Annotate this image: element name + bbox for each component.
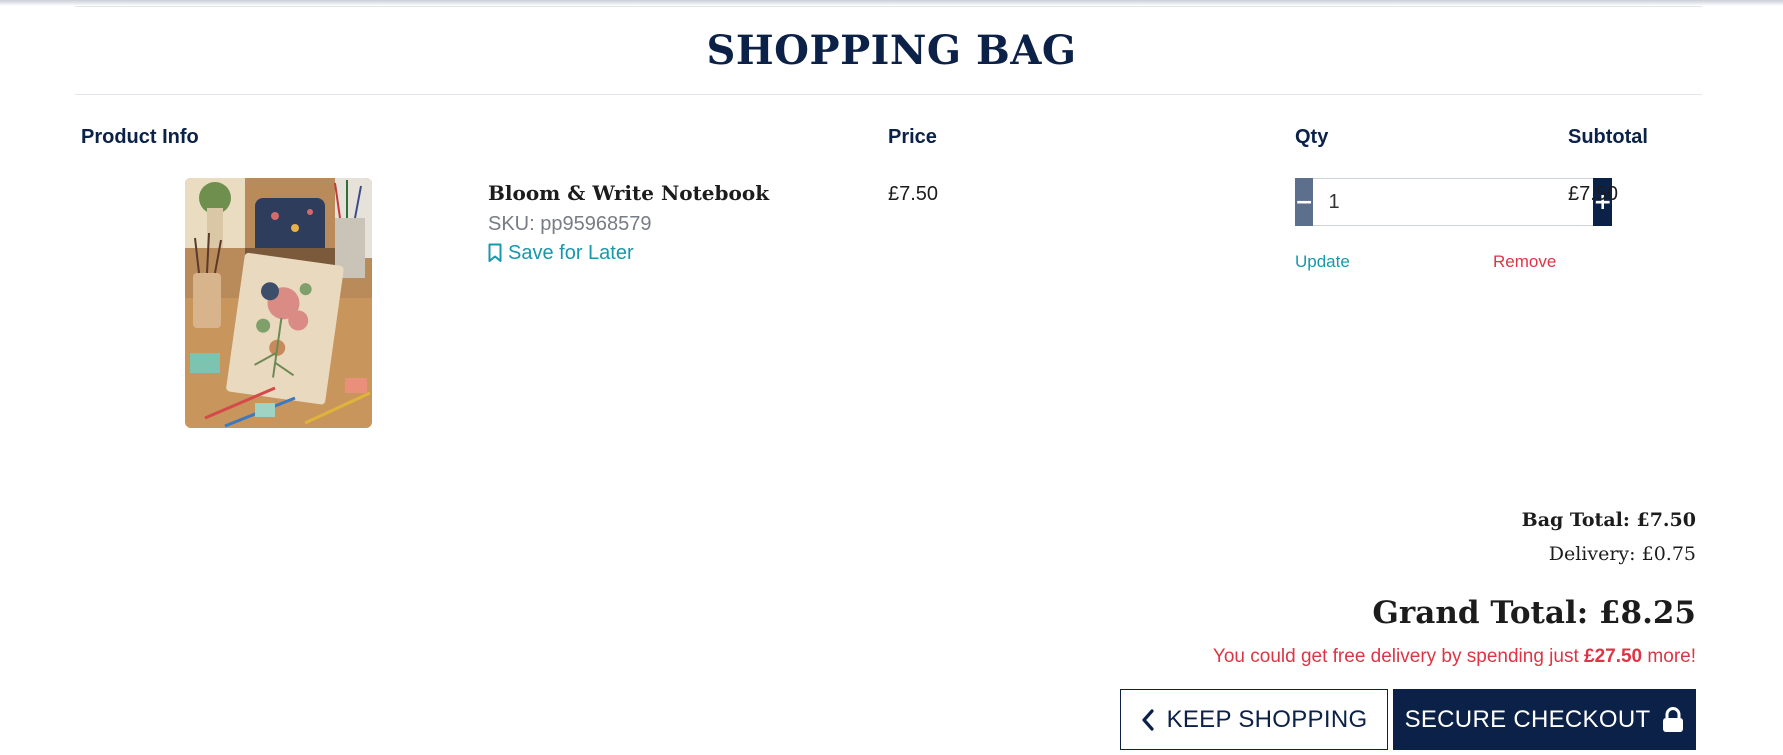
decrement-button[interactable]: − [1295, 178, 1314, 226]
save-for-later-link[interactable]: Save for Later [488, 241, 634, 265]
product-sku: SKU: pp95968579 [488, 213, 652, 235]
column-header-qty: Qty [1295, 126, 1329, 148]
column-header-price: Price [888, 126, 937, 148]
free-delivery-message: You could get free delivery by spending … [1213, 645, 1696, 669]
column-header-product-info: Product Info [81, 126, 199, 148]
delivery-cost: Delivery: £0.75 [1548, 543, 1696, 565]
page-title: SHOPPING BAG [706, 27, 1077, 74]
chevron-left-icon [1141, 708, 1154, 731]
item-subtotal: £7.50 [1568, 183, 1619, 205]
product-name[interactable]: Bloom & Write Notebook [488, 180, 769, 206]
remove-link[interactable]: Remove [1493, 252, 1556, 272]
save-for-later-label: Save for Later [508, 242, 634, 264]
free-delivery-suffix: more! [1642, 646, 1696, 667]
update-link[interactable]: Update [1295, 252, 1350, 272]
minus-icon: − [1295, 189, 1314, 215]
quantity-stepper: − + [1295, 178, 1612, 226]
keep-shopping-label: KEEP SHOPPING [1166, 705, 1368, 733]
column-header-subtotal: Subtotal [1568, 126, 1648, 148]
bookmark-icon [488, 243, 502, 262]
product-image[interactable] [185, 178, 372, 428]
quantity-input[interactable] [1313, 178, 1594, 226]
title-divider [75, 94, 1702, 95]
secure-checkout-button[interactable]: SECURE CHECKOUT [1393, 689, 1696, 750]
bag-total: Bag Total: £7.50 [1521, 509, 1696, 531]
keep-shopping-button[interactable]: KEEP SHOPPING [1120, 689, 1388, 750]
secure-checkout-label: SECURE CHECKOUT [1404, 705, 1651, 733]
free-delivery-prefix: You could get free delivery by spending … [1212, 646, 1585, 667]
item-price: £7.50 [888, 183, 939, 205]
grand-total: Grand Total: £8.25 [1372, 595, 1696, 631]
floral-notebook-image [185, 178, 372, 428]
lock-icon [1663, 706, 1684, 732]
free-delivery-amount: £27.50 [1584, 646, 1643, 667]
top-divider [75, 6, 1702, 7]
